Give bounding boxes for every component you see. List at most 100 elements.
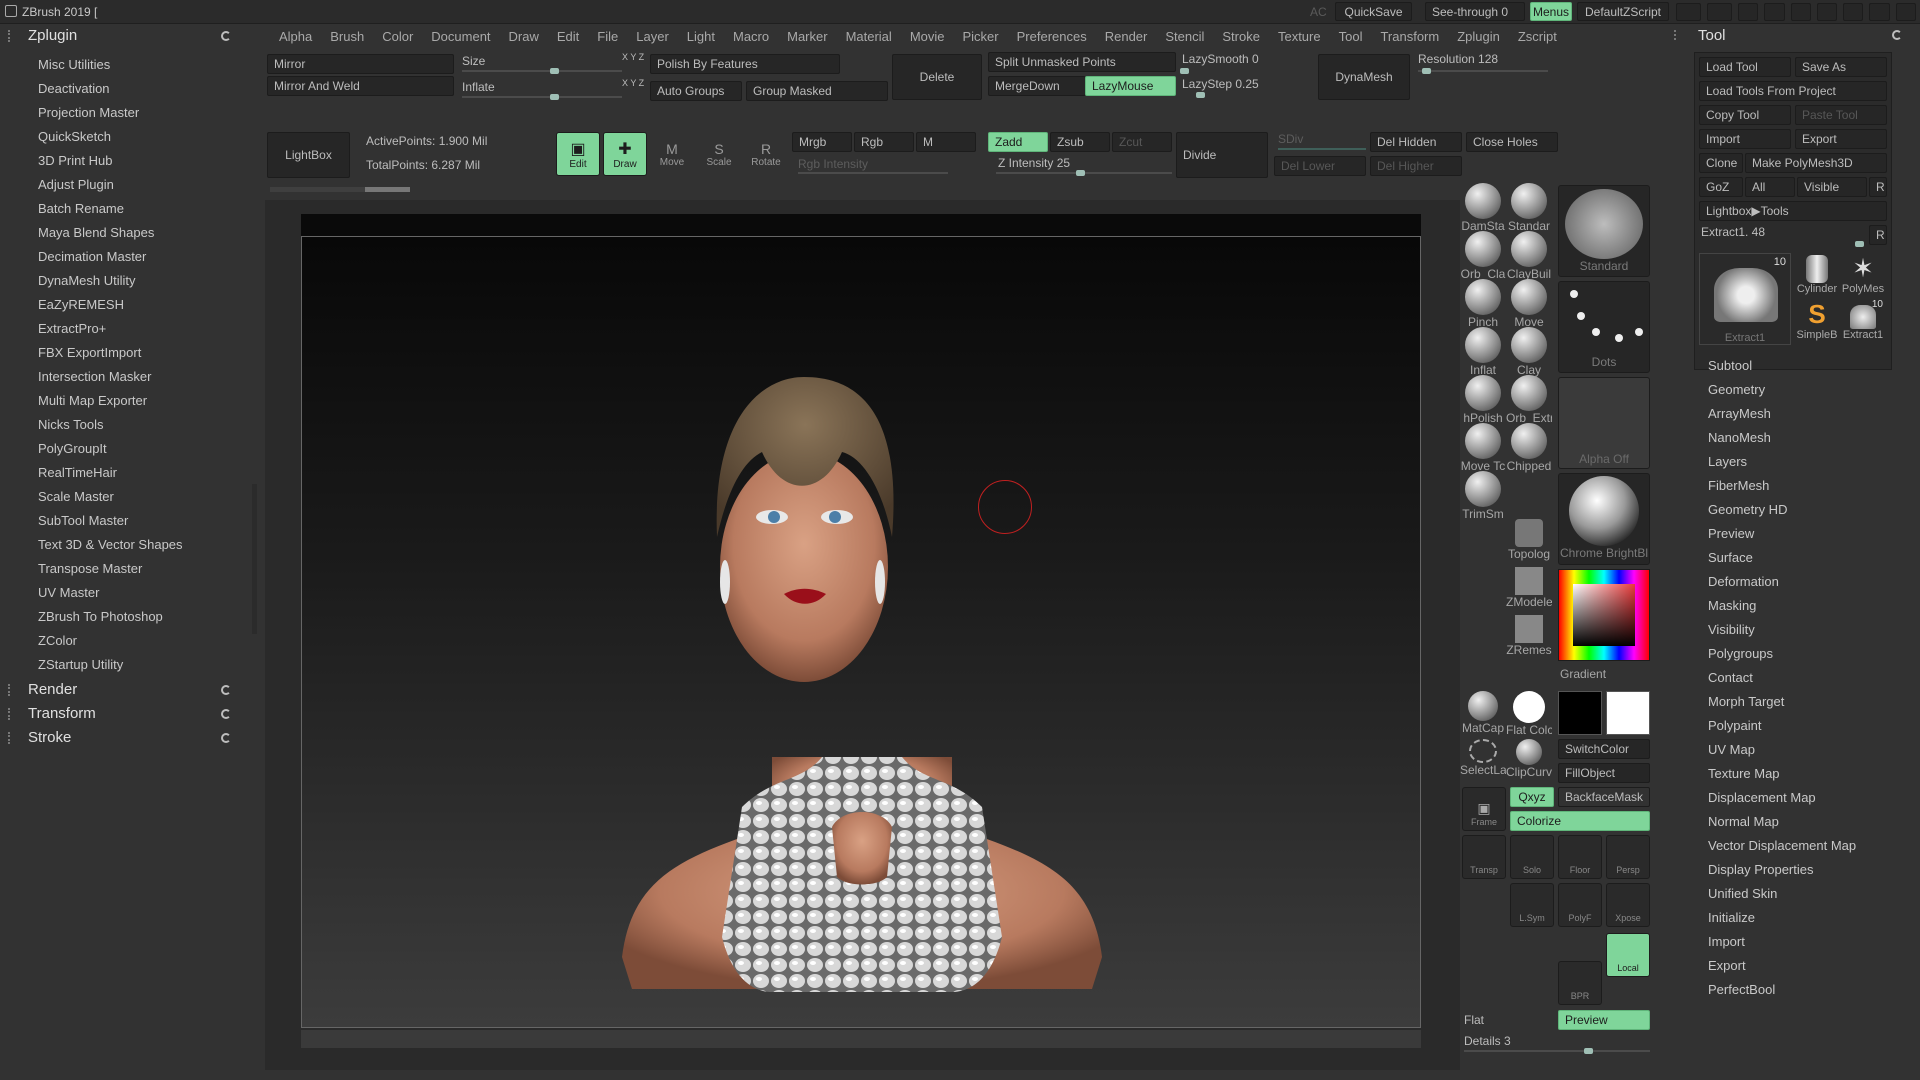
plugin-item[interactable]: Multi Map Exporter: [0, 389, 240, 413]
layout-a-icon[interactable]: [1738, 3, 1759, 21]
color-picker[interactable]: [1558, 569, 1650, 661]
document-canvas[interactable]: [265, 200, 1460, 1070]
tool-section-item[interactable]: Import: [1708, 930, 1908, 954]
menu-zplugin[interactable]: Zplugin: [1448, 27, 1509, 47]
select-lasso-button[interactable]: SelectLa: [1460, 739, 1506, 777]
menu-macro[interactable]: Macro: [724, 27, 778, 47]
brush-item[interactable]: Orb_Cla: [1460, 231, 1506, 281]
zplugin-header[interactable]: Zplugin: [0, 24, 240, 48]
zmodeler-button[interactable]: ZModele: [1506, 567, 1552, 609]
plugin-item[interactable]: Deactivation: [0, 77, 240, 101]
plugin-item[interactable]: ZColor: [0, 629, 240, 653]
goz-all-button[interactable]: All: [1745, 177, 1795, 197]
tool-section-item[interactable]: Polygroups: [1708, 642, 1908, 666]
goz-visible-button[interactable]: Visible: [1797, 177, 1867, 197]
default-zscript-button[interactable]: DefaultZScript: [1577, 2, 1669, 21]
brush-item[interactable]: Move: [1506, 279, 1552, 329]
tool-section-item[interactable]: PerfectBool: [1708, 978, 1908, 1002]
auto-groups-button[interactable]: Auto Groups: [650, 81, 742, 101]
menu-brush[interactable]: Brush: [321, 27, 373, 47]
move-button[interactable]: M Move: [650, 132, 694, 176]
menu-marker[interactable]: Marker: [778, 27, 836, 47]
copy-tool-button[interactable]: Copy Tool: [1699, 105, 1791, 125]
paste-tool-button[interactable]: Paste Tool: [1795, 105, 1887, 125]
mrgb-button[interactable]: Mrgb: [792, 132, 852, 152]
menu-stroke[interactable]: Stroke: [1213, 27, 1269, 47]
brush-item[interactable]: Clay: [1506, 327, 1552, 377]
menu-picker[interactable]: Picker: [954, 27, 1008, 47]
tool-section-item[interactable]: Unified Skin: [1708, 882, 1908, 906]
lazy-smooth-slider-knob[interactable]: [1180, 68, 1189, 74]
plugin-item[interactable]: ExtractPro+: [0, 317, 240, 341]
plugin-item[interactable]: Nicks Tools: [0, 413, 240, 437]
menu-edit[interactable]: Edit: [548, 27, 588, 47]
tool-section-item[interactable]: Preview: [1708, 522, 1908, 546]
plugin-item[interactable]: Misc Utilities: [0, 53, 240, 77]
zcut-button[interactable]: Zcut: [1112, 132, 1172, 152]
tool-section-item[interactable]: FiberMesh: [1708, 474, 1908, 498]
edit-button[interactable]: ▣ Edit: [556, 132, 600, 176]
layout-c-icon[interactable]: [1790, 3, 1811, 21]
transform-reload-icon[interactable]: [221, 709, 231, 719]
switch-color-button[interactable]: SwitchColor: [1558, 739, 1650, 759]
fill-object-button[interactable]: FillObject: [1558, 763, 1650, 783]
brush-item[interactable]: DamSta: [1460, 183, 1506, 233]
lock-icon[interactable]: [1816, 3, 1838, 21]
plugin-item[interactable]: SubTool Master: [0, 509, 240, 533]
tool-section-item[interactable]: Subtool: [1708, 354, 1908, 378]
draw-button[interactable]: ✚ Draw: [603, 132, 647, 176]
zsub-button[interactable]: Zsub: [1050, 132, 1110, 152]
tool-section-item[interactable]: Texture Map: [1708, 762, 1908, 786]
clip-curve-button[interactable]: ClipCurv: [1506, 739, 1552, 779]
brush-item[interactable]: Move Tc: [1460, 423, 1506, 473]
size-slider-knob[interactable]: [550, 68, 559, 74]
menu-zscript[interactable]: Zscript: [1509, 27, 1566, 47]
stroke-header[interactable]: Stroke: [0, 726, 240, 750]
qxyz-button[interactable]: Qxyz: [1510, 787, 1554, 807]
plugin-item[interactable]: Projection Master: [0, 101, 240, 125]
menu-render[interactable]: Render: [1096, 27, 1157, 47]
mirror-button[interactable]: Mirror: [267, 54, 454, 74]
tool-section-item[interactable]: Contact: [1708, 666, 1908, 690]
tool-section-item[interactable]: ArrayMesh: [1708, 402, 1908, 426]
tool-section-item[interactable]: NanoMesh: [1708, 426, 1908, 450]
close-icon[interactable]: [1895, 3, 1916, 21]
inflate-slider-knob[interactable]: [550, 94, 559, 100]
plugin-item[interactable]: Text 3D & Vector Shapes: [0, 533, 240, 557]
colorize-button[interactable]: Colorize: [1510, 811, 1650, 831]
backface-mask-button[interactable]: BackfaceMask: [1558, 787, 1650, 807]
tool-section-item[interactable]: UV Map: [1708, 738, 1908, 762]
menu-texture[interactable]: Texture: [1269, 27, 1330, 47]
current-tool-thumb[interactable]: 10 Extract1: [1699, 253, 1791, 345]
maximize-icon[interactable]: [1869, 3, 1890, 21]
menu-alpha[interactable]: Alpha: [270, 27, 321, 47]
save-as-button[interactable]: Save As: [1795, 57, 1887, 77]
layout-b-icon[interactable]: [1764, 3, 1785, 21]
floor-button[interactable]: Floor: [1558, 835, 1602, 879]
color-picker-square[interactable]: [1573, 584, 1635, 646]
del-hidden-button[interactable]: Del Hidden: [1370, 132, 1462, 152]
mirror-and-weld-button[interactable]: Mirror And Weld: [267, 76, 454, 96]
rgb-button[interactable]: Rgb: [854, 132, 914, 152]
cylinder-thumb[interactable]: Cylinder: [1795, 253, 1839, 297]
see-through-slider[interactable]: See-through 0: [1425, 2, 1525, 21]
tool-section-item[interactable]: Deformation: [1708, 570, 1908, 594]
zplugin-reload-icon[interactable]: [221, 31, 231, 41]
menu-light[interactable]: Light: [678, 27, 724, 47]
sdiv-slider[interactable]: [1278, 148, 1366, 150]
inflate-slider-track[interactable]: [462, 96, 622, 98]
menu-color[interactable]: Color: [373, 27, 422, 47]
minimize-icon[interactable]: [1843, 3, 1864, 21]
local-button[interactable]: Local: [1606, 933, 1650, 977]
lazy-mouse-button[interactable]: LazyMouse: [1085, 76, 1176, 96]
menu-preferences[interactable]: Preferences: [1008, 27, 1096, 47]
rgb-intensity-slider[interactable]: [798, 172, 948, 174]
layout-left-icon[interactable]: [1676, 3, 1701, 21]
brush-item[interactable]: TrimSm: [1460, 471, 1506, 521]
resolution-slider-track[interactable]: [1418, 70, 1548, 72]
tool-section-item[interactable]: Display Properties: [1708, 858, 1908, 882]
alpha-preview[interactable]: Alpha Off: [1558, 377, 1650, 469]
plugin-item[interactable]: Intersection Masker: [0, 365, 240, 389]
plugin-item[interactable]: Maya Blend Shapes: [0, 221, 240, 245]
standard-brush-preview[interactable]: Standard: [1558, 185, 1650, 277]
